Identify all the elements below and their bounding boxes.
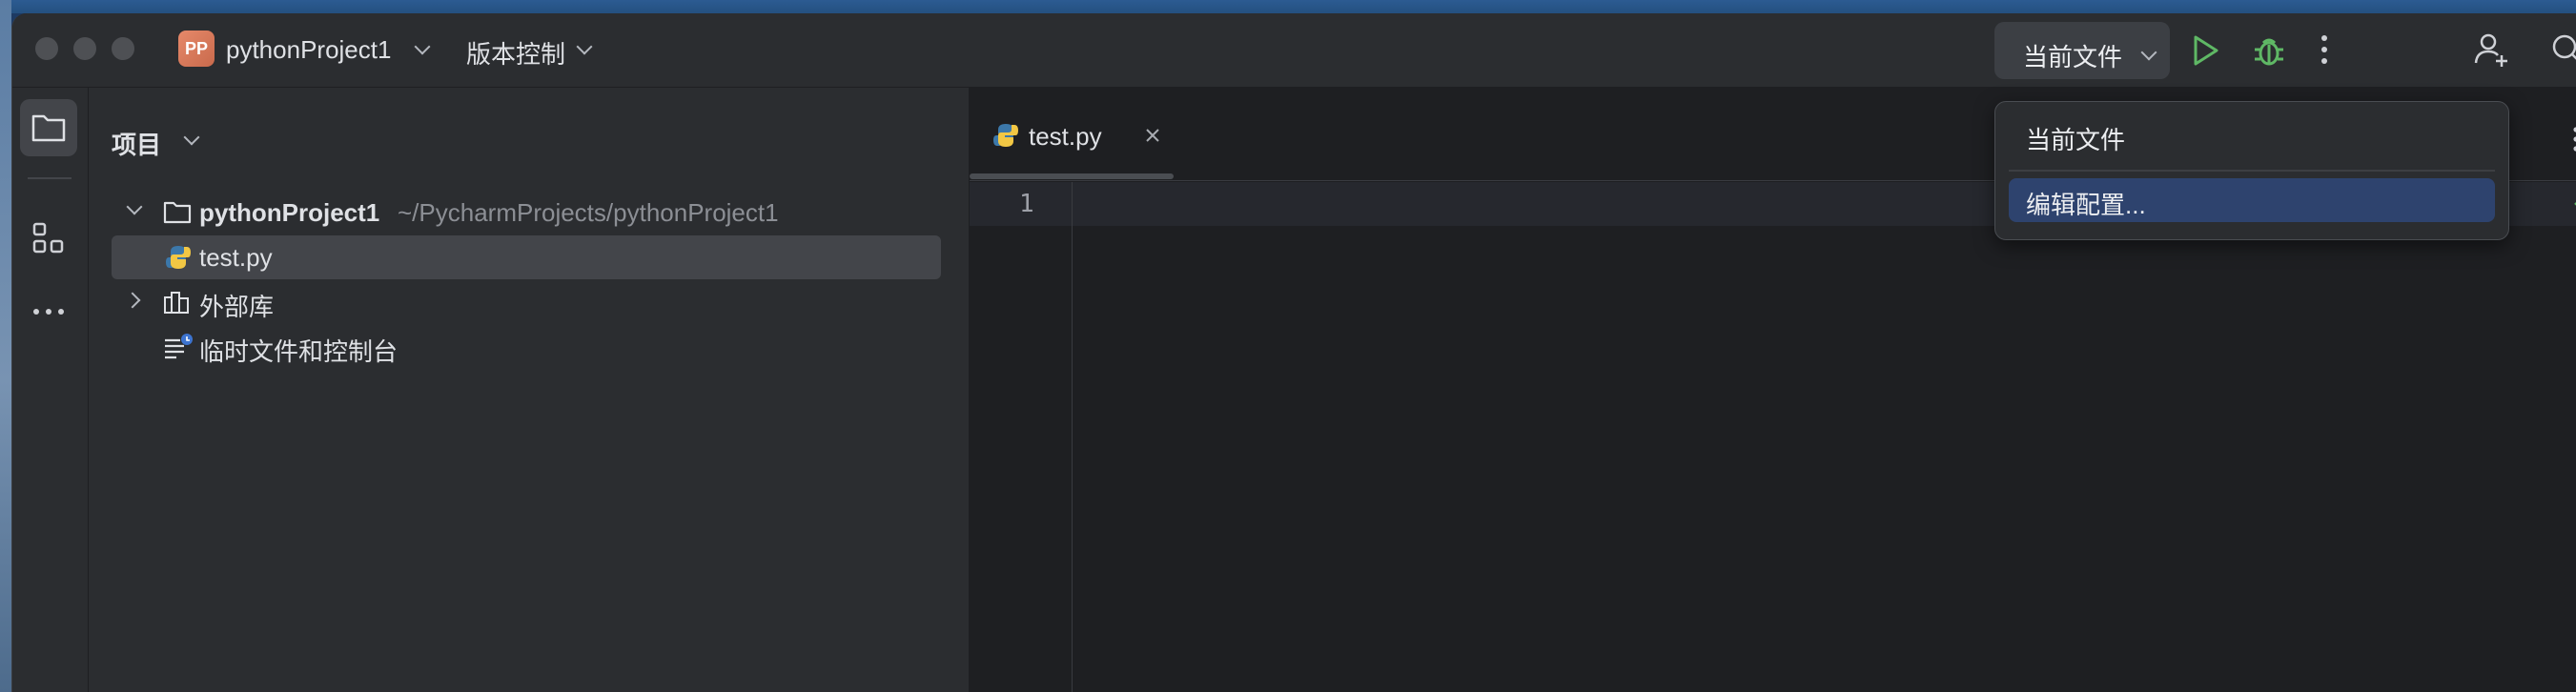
close-window-button[interactable] (35, 37, 58, 60)
active-tab-indicator (970, 173, 1174, 179)
title-bar: PP pythonProject1 版本控制 当前文件 (12, 13, 2576, 88)
python-file-icon (992, 122, 1019, 149)
vcs-menu[interactable]: 版本控制 (466, 35, 565, 71)
tab-label: test.py (1029, 122, 1102, 151)
line-number: 1 (1019, 190, 1034, 218)
tool-separator (28, 177, 72, 179)
run-config-selector[interactable]: 当前文件 (1994, 22, 2170, 79)
close-icon[interactable] (1145, 128, 1160, 143)
debug-icon[interactable] (2253, 32, 2285, 69)
tree-item-label: test.py (199, 243, 273, 272)
python-file-icon (165, 244, 192, 271)
chevron-down-icon[interactable] (576, 38, 593, 55)
project-panel-title[interactable]: 项目 (112, 126, 161, 161)
chevron-down-icon[interactable] (414, 38, 431, 55)
tree-item-path: ~/PycharmProjects/pythonProject1 (398, 198, 779, 227)
popup-item-label: 编辑配置... (2026, 191, 2146, 219)
popup-item-edit-configurations[interactable]: 编辑配置... (2009, 178, 2495, 222)
chevron-right-icon[interactable] (124, 292, 141, 309)
ide-window: PP pythonProject1 版本控制 当前文件 项目 pythonPro… (11, 13, 2576, 692)
search-icon[interactable] (2548, 31, 2576, 69)
chevron-down-icon (2140, 44, 2157, 61)
scratches-icon (163, 333, 194, 359)
more-vertical-icon[interactable] (2320, 34, 2329, 65)
tab-test-py[interactable]: test.py (970, 88, 1174, 179)
more-horizontal-icon[interactable] (31, 307, 66, 316)
tree-item-label: 临时文件和控制台 (199, 337, 399, 366)
desktop-wallpaper-edge (0, 0, 11, 692)
run-config-label: 当前文件 (2023, 43, 2123, 71)
popup-item-current-file[interactable]: 当前文件 (2009, 113, 2495, 157)
tree-item-label: 外部库 (199, 293, 275, 321)
tree-item-scratches[interactable]: 临时文件和控制台 (89, 325, 947, 369)
project-panel: 项目 pythonProject1 ~/PycharmProjects/pyth… (89, 88, 970, 692)
tree-item-test-py[interactable]: test.py (112, 235, 941, 279)
chevron-down-icon[interactable] (183, 129, 200, 146)
tree-item-project-root[interactable]: pythonProject1 ~/PycharmProjects/pythonP… (89, 191, 947, 234)
minimize-window-button[interactable] (73, 37, 96, 60)
run-config-popup: 当前文件 编辑配置... (1994, 101, 2509, 240)
library-icon (163, 290, 192, 315)
popup-item-label: 当前文件 (2026, 126, 2126, 154)
project-badge[interactable]: PP (178, 31, 215, 67)
run-icon[interactable] (2190, 34, 2220, 67)
project-tool-button[interactable] (20, 99, 77, 156)
tool-window-strip (12, 88, 89, 692)
folder-icon (31, 112, 66, 143)
tree-item-external-libraries[interactable]: 外部库 (89, 280, 947, 324)
project-name-menu[interactable]: pythonProject1 (226, 35, 391, 65)
chevron-down-icon[interactable] (126, 198, 143, 215)
popup-separator (2009, 170, 2495, 172)
folder-icon (163, 200, 192, 225)
more-vertical-icon[interactable] (2571, 126, 2576, 153)
desktop-menubar-fragment (0, 0, 2576, 13)
line-number-gutter (970, 182, 1073, 692)
structure-icon[interactable] (31, 221, 66, 255)
maximize-window-button[interactable] (112, 37, 134, 60)
tree-item-label: pythonProject1 (199, 198, 380, 227)
add-user-icon[interactable] (2472, 31, 2510, 69)
